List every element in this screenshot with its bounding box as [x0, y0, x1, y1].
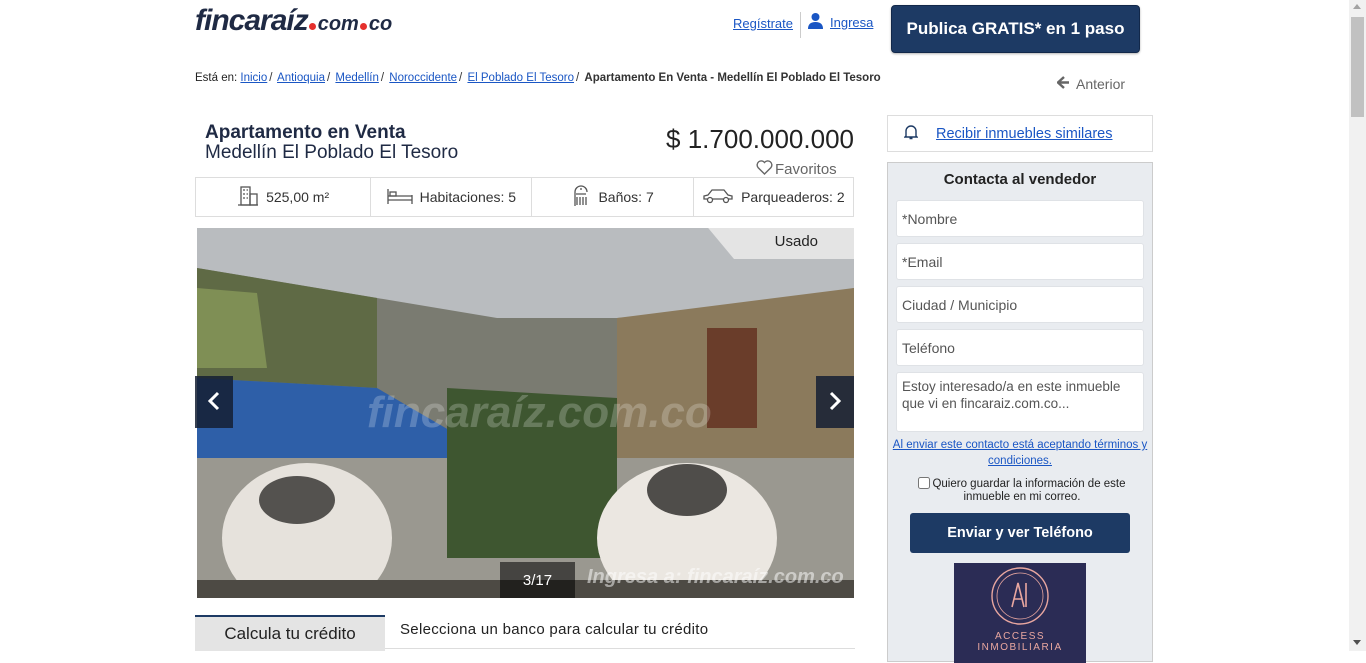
send-contact-button[interactable]: Enviar y ver Teléfono	[910, 513, 1130, 553]
save-info-label: Quiero guardar la información de este in…	[932, 478, 1126, 503]
email-field[interactable]	[896, 243, 1144, 280]
phone-field[interactable]	[896, 329, 1144, 366]
breadcrumb-link-state[interactable]: Antioquia	[277, 72, 325, 84]
shower-icon	[571, 184, 591, 210]
property-price: $ 1.700.000.000	[666, 124, 854, 154]
city-field[interactable]	[896, 286, 1144, 323]
feature-area-value: 525,00 m²	[266, 189, 330, 205]
credit-calculator-tab[interactable]: Calcula tu crédito	[195, 615, 385, 651]
breadcrumb-link-zone[interactable]: Noroccidente	[389, 72, 457, 84]
photo-gallery[interactable]: fincaraíz.com.co Ingresa a: fincaraíz.co…	[197, 228, 854, 598]
logo-tld: co	[368, 13, 393, 35]
car-icon	[702, 188, 734, 207]
breadcrumb-link-neighborhood[interactable]: El Poblado El Tesoro	[467, 72, 574, 84]
similar-properties-link[interactable]: Recibir inmuebles similares	[936, 126, 1112, 142]
logo-wordmark: fincaraíz	[195, 4, 309, 37]
scroll-up-arrow-icon[interactable]	[1353, 4, 1361, 9]
breadcrumb-link-home[interactable]: Inicio	[240, 72, 267, 84]
name-field[interactable]	[896, 200, 1144, 237]
arrow-left-icon	[1056, 76, 1070, 92]
feature-parking: Parqueaderos: 2	[694, 178, 853, 216]
chevron-right-icon	[828, 387, 842, 418]
fincaraiz-logo[interactable]: fincaraíz com co	[195, 4, 392, 38]
login-link-wrap[interactable]: Ingresa	[807, 12, 873, 32]
feature-rooms-value: Habitaciones: 5	[419, 189, 517, 205]
gallery-footer-watermark: Ingresa a: fincaraíz.com.co	[587, 566, 844, 588]
bell-icon	[903, 124, 919, 144]
previous-label: Anterior	[1076, 76, 1126, 92]
feature-area: 525,00 m²	[196, 178, 372, 216]
terms-wrap: Al enviar este contacto está aceptando t…	[888, 437, 1152, 469]
agency-logo[interactable]: ACCESS INMOBILIARIA	[954, 563, 1086, 663]
breadcrumb-link-city[interactable]: Medellín	[335, 72, 378, 84]
bed-icon	[386, 187, 413, 208]
feature-baths-value: Baños: 7	[598, 189, 654, 205]
agency-name: ACCESS INMOBILIARIA	[977, 631, 1063, 653]
contact-seller-panel: Contacta al vendedor Al enviar este cont…	[887, 162, 1153, 663]
logo-domain: com	[317, 13, 359, 35]
photo-counter: 3/17	[500, 562, 575, 598]
feature-rooms: Habitaciones: 5	[371, 178, 533, 216]
page-scrollbar[interactable]	[1349, 0, 1366, 651]
contact-title: Contacta al vendedor	[943, 171, 1097, 188]
chevron-left-icon	[207, 387, 221, 418]
save-info-checkbox[interactable]	[918, 477, 931, 489]
property-location: Medellín El Poblado El Tesoro	[205, 142, 459, 163]
favorites-label: Favoritos	[775, 161, 837, 178]
breadcrumb-prefix: Está en:	[195, 72, 238, 84]
scroll-down-arrow-icon[interactable]	[1353, 640, 1361, 645]
user-icon	[807, 12, 824, 32]
breadcrumb-current: Apartamento En Venta - Medellín El Pobla…	[584, 72, 881, 84]
logo-dot	[359, 23, 367, 30]
gallery-next-button[interactable]	[816, 376, 854, 428]
feature-parking-value: Parqueaderos: 2	[741, 189, 845, 205]
logo-dot	[308, 23, 316, 30]
message-field[interactable]	[896, 372, 1144, 432]
terms-link[interactable]: Al enviar este contacto está aceptando t…	[893, 439, 1147, 467]
credit-prompt: Selecciona un banco para calcular tu cré…	[400, 621, 709, 638]
credit-divider	[385, 648, 855, 649]
gallery-watermark: fincaraíz.com.co	[367, 388, 712, 437]
save-info-wrap[interactable]: Quiero guardar la información de este in…	[912, 477, 1132, 504]
similar-properties-box[interactable]: Recibir inmuebles similares	[887, 115, 1153, 152]
breadcrumb: Está en: Inicio / Antioquia / Medellín / No…	[195, 72, 881, 84]
property-features: 525,00 m² Habitaciones: 5 Baños: 7 Parqu…	[195, 177, 854, 217]
building-icon	[237, 185, 259, 210]
scrollbar-thumb[interactable]	[1351, 17, 1364, 117]
header-divider	[800, 12, 801, 38]
property-title: Apartamento en Venta	[205, 122, 406, 143]
login-link[interactable]: Ingresa	[830, 15, 873, 30]
feature-baths: Baños: 7	[532, 178, 694, 216]
register-link[interactable]: Regístrate	[733, 16, 793, 31]
publish-free-button[interactable]: Publica GRATIS* en 1 paso	[891, 5, 1140, 53]
previous-link[interactable]: Anterior	[1056, 76, 1126, 92]
gallery-prev-button[interactable]	[195, 376, 233, 428]
